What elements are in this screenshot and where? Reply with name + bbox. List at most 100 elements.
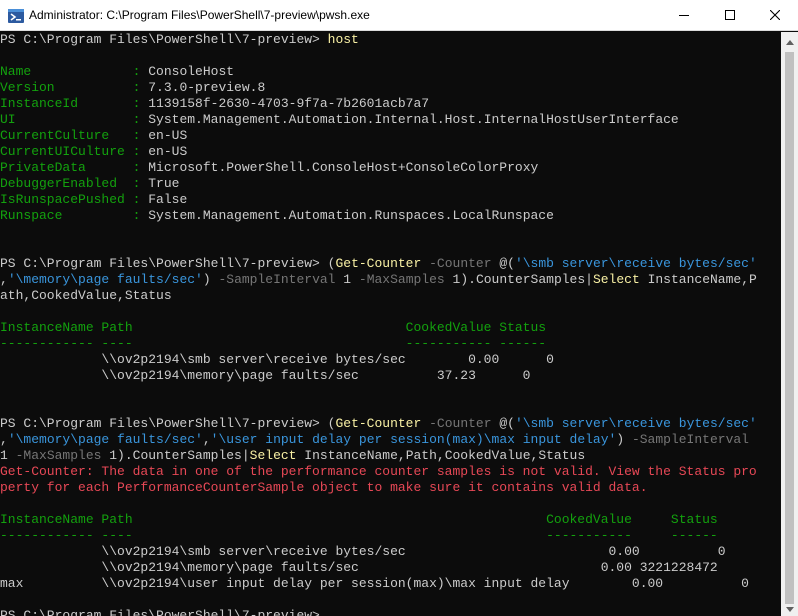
scroll-down-arrow-icon bbox=[785, 599, 794, 616]
console-line: Name : ConsoleHost bbox=[0, 64, 781, 80]
console-text: Version : bbox=[0, 80, 149, 95]
console-line: \\ov2p2194\smb server\receive bytes/sec … bbox=[0, 544, 781, 560]
vertical-scrollbar[interactable] bbox=[781, 32, 798, 616]
console-text: \\ov2p2194\memory\page faults/sec 0.00 3… bbox=[0, 560, 718, 575]
console-line: CurrentCulture : en-US bbox=[0, 128, 781, 144]
console-text: -Counter bbox=[429, 416, 492, 431]
console-line: DebuggerEnabled : True bbox=[0, 176, 781, 192]
console-text: PS C:\Program Files\PowerShell\7-preview… bbox=[0, 256, 336, 271]
console-output[interactable]: PS C:\Program Files\PowerShell\7-preview… bbox=[0, 32, 781, 616]
console-text: 1).CounterSamples| bbox=[101, 448, 250, 463]
powershell-window: Administrator: C:\Program Files\PowerShe… bbox=[0, 0, 798, 616]
console-text: InstanceName Path CookedValue Status bbox=[0, 320, 547, 335]
minimize-button[interactable] bbox=[661, 0, 707, 31]
console-line: max \\ov2p2194\user input delay per sess… bbox=[0, 576, 781, 592]
console-line: ,'\memory\page faults/sec','\user input … bbox=[0, 432, 781, 448]
console-text: ------------ ---- ----------- ------ bbox=[0, 336, 547, 351]
console-text: -SampleInterval bbox=[218, 272, 336, 287]
maximize-button[interactable] bbox=[707, 0, 753, 31]
console-text: perty for each PerformanceCounterSample … bbox=[0, 480, 648, 495]
console-text: max \\ov2p2194\user input delay per sess… bbox=[0, 576, 749, 591]
console-text: IsRunspacePushed : bbox=[0, 192, 149, 207]
console-text: Select bbox=[592, 272, 640, 287]
close-button[interactable] bbox=[752, 0, 798, 31]
console-text: -SampleInterval bbox=[631, 432, 749, 447]
scroll-up-arrow-icon bbox=[785, 32, 794, 50]
console-line: InstanceName Path CookedValue Status bbox=[0, 320, 781, 336]
console-line: UI : System.Management.Automation.Intern… bbox=[0, 112, 781, 128]
console-text: ------------ ---- ----------- ------ bbox=[0, 528, 718, 543]
console-line: CurrentUICulture : en-US bbox=[0, 144, 781, 160]
console-text: '\user input delay per session(max)\max … bbox=[210, 432, 617, 447]
console-line: PS C:\Program Files\PowerShell\7-preview… bbox=[0, 32, 781, 48]
console-line: ath,CookedValue,Status bbox=[0, 288, 781, 304]
console-text: PS C:\Program Files\PowerShell\7-preview… bbox=[0, 608, 328, 616]
console-text: en-US bbox=[148, 144, 188, 159]
console-text: 7.3.0-preview.8 bbox=[148, 80, 266, 95]
console-text: 1 bbox=[0, 448, 16, 463]
console-text: en-US bbox=[148, 128, 188, 143]
console-text: InstanceName Path CookedValue Status bbox=[0, 512, 718, 527]
console-text: @( bbox=[491, 256, 515, 271]
console-text: DebuggerEnabled : bbox=[0, 176, 149, 191]
console-text: Get-Counter bbox=[335, 256, 422, 271]
console-text: Name : bbox=[0, 64, 149, 79]
scroll-down-button[interactable] bbox=[781, 599, 798, 616]
console-text: ) bbox=[616, 432, 632, 447]
console-text: ath,CookedValue,Status bbox=[0, 288, 172, 303]
console-line: ,'\memory\page faults/sec') -SampleInter… bbox=[0, 272, 781, 288]
console-text: , bbox=[0, 432, 8, 447]
console-text: CurrentUICulture : bbox=[0, 144, 149, 159]
title-bar[interactable]: Administrator: C:\Program Files\PowerShe… bbox=[0, 0, 798, 31]
console-text: False bbox=[148, 192, 188, 207]
close-icon bbox=[769, 7, 781, 25]
window-title: Administrator: C:\Program Files\PowerShe… bbox=[29, 8, 370, 22]
console-line: Version : 7.3.0-preview.8 bbox=[0, 80, 781, 96]
console-line: InstanceName Path CookedValue Status bbox=[0, 512, 781, 528]
console-line: 1 -MaxSamples 1).CounterSamples|Select I… bbox=[0, 448, 781, 464]
console-line: ------------ ---- ----------- ------ bbox=[0, 336, 781, 352]
console-text: System.Management.Automation.Runspaces.L… bbox=[148, 208, 554, 223]
console-text: \\ov2p2194\smb server\receive bytes/sec … bbox=[0, 352, 554, 367]
console-line: perty for each PerformanceCounterSample … bbox=[0, 480, 781, 496]
console-text: '\smb server\receive bytes/sec' bbox=[514, 416, 757, 431]
scroll-up-button[interactable] bbox=[781, 32, 798, 49]
scrollbar-thumb[interactable] bbox=[785, 52, 794, 604]
console-text: ) bbox=[202, 272, 219, 287]
console-text: InstanceName,P bbox=[639, 272, 757, 287]
console-text: Select bbox=[249, 448, 297, 463]
console-text: -MaxSamples bbox=[358, 272, 445, 287]
console-text: host bbox=[327, 32, 359, 47]
console-text: , bbox=[202, 432, 211, 447]
console-text: '\memory\page faults/sec' bbox=[7, 432, 203, 447]
console-line: Runspace : System.Management.Automation.… bbox=[0, 208, 781, 224]
console-text: Get-Counter bbox=[335, 416, 422, 431]
console-text: 1 bbox=[335, 272, 359, 287]
console-line: Get-Counter: The data in one of the perf… bbox=[0, 464, 781, 480]
console-text: 1).CounterSamples| bbox=[444, 272, 593, 287]
console-text: '\memory\page faults/sec' bbox=[7, 272, 203, 287]
console-text: UI : bbox=[0, 112, 149, 127]
console-line: IsRunspacePushed : False bbox=[0, 192, 781, 208]
minimize-icon bbox=[679, 7, 689, 25]
maximize-icon bbox=[725, 7, 735, 25]
console-text: -MaxSamples bbox=[15, 448, 102, 463]
console-text: InstanceName,Path,CookedValue,Status bbox=[296, 448, 586, 463]
console-text: 1139158f-2630-4703-9f7a-7b2601acb7a7 bbox=[148, 96, 430, 111]
console-text: \\ov2p2194\smb server\receive bytes/sec … bbox=[0, 544, 726, 559]
console-text: True bbox=[148, 176, 180, 191]
console-text: PS C:\Program Files\PowerShell\7-preview… bbox=[0, 416, 336, 431]
console-text: InstanceId : bbox=[0, 96, 149, 111]
console-line: PS C:\Program Files\PowerShell\7-preview… bbox=[0, 608, 781, 616]
console-line: PS C:\Program Files\PowerShell\7-preview… bbox=[0, 416, 781, 432]
console-line: PS C:\Program Files\PowerShell\7-preview… bbox=[0, 256, 781, 272]
